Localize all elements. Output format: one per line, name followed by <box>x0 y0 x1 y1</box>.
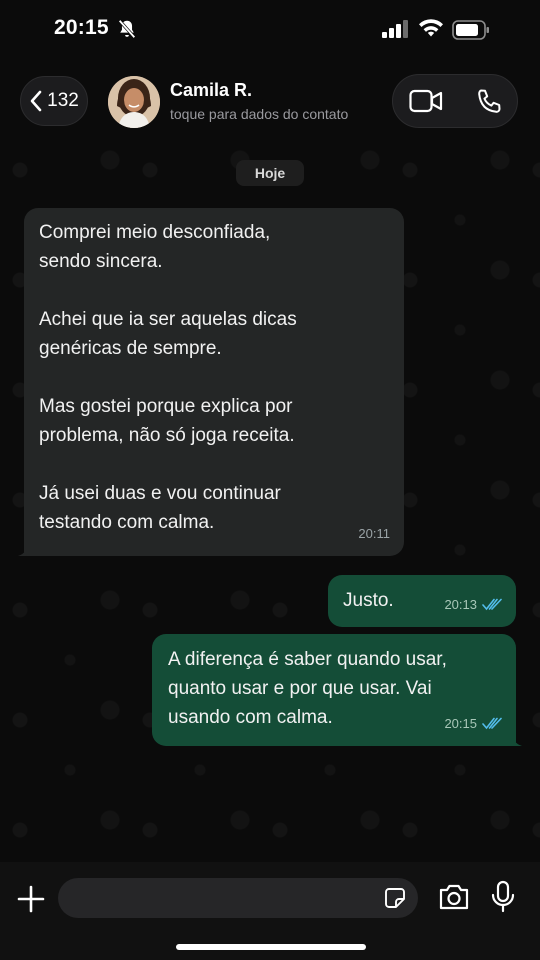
home-indicator[interactable] <box>176 944 366 950</box>
microphone-icon[interactable] <box>490 880 516 914</box>
back-button[interactable]: 132 <box>20 76 88 126</box>
status-time: 20:15 <box>54 16 109 39</box>
message-time: 20:11 <box>358 526 390 541</box>
message-meta: 20:11 <box>358 519 390 548</box>
message-bubble-outgoing[interactable]: Justo. 20:13 <box>328 575 516 627</box>
avatar-photo <box>108 76 160 128</box>
call-actions <box>392 74 518 128</box>
double-check-read-icon <box>482 598 502 611</box>
status-bar: 20:15 <box>0 0 540 60</box>
message-bubble-outgoing[interactable]: A diferença é saber quando usar, quanto … <box>152 634 516 746</box>
message-time: 20:15 <box>444 716 477 731</box>
chat-header: 132 Camila R. toque para dados do contat… <box>0 62 540 140</box>
message-paragraph: Mas gostei porque explica por problema, … <box>39 396 295 446</box>
phone-call-icon[interactable] <box>475 88 503 116</box>
camera-icon[interactable] <box>438 883 470 911</box>
date-chip: Hoje <box>236 160 304 186</box>
message-bubble-incoming[interactable]: Comprei meio desconfiada, sendo sincera.… <box>24 208 404 556</box>
chevron-left-icon <box>30 90 42 112</box>
wifi-icon <box>419 19 443 37</box>
message-meta: 20:15 <box>444 709 502 738</box>
unread-count: 132 <box>47 90 79 111</box>
message-paragraph: Achei que ia ser aquelas dicas genéricas… <box>39 309 297 359</box>
message-time: 20:13 <box>444 597 477 612</box>
message-text: Justo. <box>343 590 394 611</box>
contact-subtitle[interactable]: toque para dados do contato <box>170 106 348 122</box>
battery-icon <box>452 20 489 40</box>
message-paragraph: Comprei meio desconfiada, sendo sincera. <box>39 222 271 272</box>
message-meta: 20:13 <box>444 590 502 619</box>
bell-muted-icon <box>118 19 136 39</box>
message-input[interactable] <box>58 878 418 918</box>
contact-avatar[interactable] <box>108 76 160 128</box>
message-paragraph: Já usei duas e vou continuar testando co… <box>39 483 281 533</box>
signal-icon <box>382 20 408 38</box>
contact-name[interactable]: Camila R. <box>170 80 252 101</box>
double-check-read-icon <box>482 717 502 730</box>
sticker-icon[interactable] <box>384 887 406 909</box>
video-call-icon[interactable] <box>409 88 443 114</box>
plus-icon[interactable] <box>16 884 46 914</box>
